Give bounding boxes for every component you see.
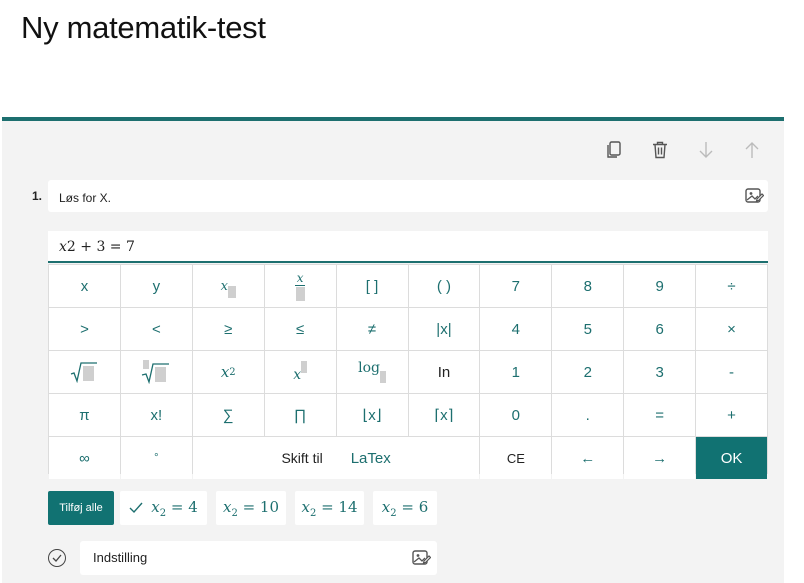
key-factorial[interactable]: x! bbox=[120, 394, 192, 436]
key-brackets[interactable]: [ ] bbox=[336, 265, 408, 307]
key-sqrt[interactable] bbox=[49, 351, 120, 393]
delete-button[interactable] bbox=[649, 139, 671, 161]
key-not-equal[interactable]: ≠ bbox=[336, 308, 408, 350]
fraction-symbol: x bbox=[295, 272, 306, 301]
key-4[interactable]: 4 bbox=[480, 308, 552, 350]
subscript-base: x bbox=[220, 278, 228, 294]
key-parentheses[interactable]: ( ) bbox=[408, 265, 480, 307]
key-power[interactable]: x bbox=[264, 351, 336, 393]
key-floor[interactable]: ⌊x⌋ bbox=[336, 394, 408, 436]
option-input[interactable]: Indstilling bbox=[80, 541, 437, 575]
placeholder-box bbox=[301, 361, 308, 373]
key-multiply[interactable]: × bbox=[696, 308, 767, 350]
key-cursor-left[interactable]: ← bbox=[552, 437, 624, 479]
add-all-button[interactable]: Tilføj alle bbox=[48, 491, 114, 525]
math-expression: x2 + 3 = 7 bbox=[59, 239, 135, 255]
move-up-button[interactable] bbox=[741, 139, 763, 161]
suggestion-chip[interactable]: x2 = 4 bbox=[120, 491, 207, 525]
question-card: 1. Løs for X. x2 + 3 = 7 x y x x [] ()… bbox=[2, 117, 784, 583]
key-degree[interactable]: ° bbox=[120, 437, 192, 479]
mark-correct-button[interactable] bbox=[48, 549, 66, 567]
key-7[interactable]: 7 bbox=[480, 265, 552, 307]
key-x[interactable]: x bbox=[49, 265, 120, 307]
arrow-up-icon bbox=[745, 142, 759, 158]
key-greater-equal[interactable]: ≥ bbox=[192, 308, 264, 350]
question-toolbar bbox=[2, 121, 784, 161]
key-ceiling[interactable]: ⌈x⌉ bbox=[408, 394, 480, 436]
key-0[interactable]: 0 bbox=[480, 394, 552, 436]
image-icon bbox=[745, 188, 765, 203]
key-8[interactable]: 8 bbox=[552, 265, 624, 307]
key-log[interactable]: log bbox=[336, 351, 408, 393]
suggestion-chip[interactable]: x2 = 10 bbox=[216, 491, 286, 525]
key-infinity[interactable]: ∞ bbox=[49, 437, 120, 479]
latex-label: LaTex bbox=[350, 449, 391, 467]
key-2[interactable]: 2 bbox=[552, 351, 624, 393]
math-keypad: x y x x [ ] ( ) 7 8 9 ÷ > < ≥ ≤ ≠ |x| 4 … bbox=[48, 264, 768, 479]
switch-to-latex-button[interactable]: Skift til LaTex bbox=[192, 437, 480, 479]
switch-label: Skift til bbox=[281, 450, 323, 466]
key-1[interactable]: 1 bbox=[480, 351, 552, 393]
key-subscript[interactable]: x bbox=[192, 265, 264, 307]
nth-root-icon bbox=[142, 360, 170, 384]
key-equals[interactable]: = bbox=[624, 394, 696, 436]
option-text: Indstilling bbox=[93, 550, 148, 565]
key-product[interactable]: ∏ bbox=[264, 394, 336, 436]
key-less-equal[interactable]: ≤ bbox=[264, 308, 336, 350]
suggestion-chip[interactable]: x2 = 6 bbox=[373, 491, 437, 525]
key-minus[interactable]: - bbox=[696, 351, 767, 393]
key-decimal[interactable]: . bbox=[552, 394, 624, 436]
key-square[interactable]: x2 bbox=[192, 351, 264, 393]
checkmark-icon bbox=[129, 502, 143, 514]
key-ln[interactable]: In bbox=[408, 351, 480, 393]
key-fraction[interactable]: x bbox=[264, 265, 336, 307]
question-input[interactable]: Løs for X. bbox=[48, 180, 768, 212]
key-sum[interactable]: ∑ bbox=[192, 394, 264, 436]
key-6[interactable]: 6 bbox=[624, 308, 696, 350]
key-clear-entry[interactable]: CE bbox=[480, 437, 552, 479]
key-5[interactable]: 5 bbox=[552, 308, 624, 350]
key-less[interactable]: < bbox=[120, 308, 192, 350]
key-absolute[interactable]: |x| bbox=[408, 308, 480, 350]
page-title: Ny matematik-test bbox=[21, 10, 266, 45]
power-base: x bbox=[293, 367, 302, 383]
copy-icon bbox=[607, 141, 621, 158]
math-expression-input[interactable]: x2 + 3 = 7 bbox=[48, 231, 768, 263]
option-insert-image-button[interactable] bbox=[411, 548, 432, 568]
ok-button[interactable]: OK bbox=[696, 437, 767, 479]
placeholder-box bbox=[227, 286, 236, 298]
key-pi[interactable]: π bbox=[49, 394, 120, 436]
key-divide[interactable]: ÷ bbox=[696, 265, 767, 307]
key-9[interactable]: 9 bbox=[624, 265, 696, 307]
key-3[interactable]: 3 bbox=[624, 351, 696, 393]
key-y[interactable]: y bbox=[120, 265, 192, 307]
trash-icon bbox=[653, 141, 667, 159]
key-plus[interactable]: + bbox=[696, 394, 767, 436]
sqrt-icon bbox=[71, 362, 98, 383]
key-cursor-right[interactable]: → bbox=[624, 437, 696, 479]
check-icon bbox=[52, 554, 62, 562]
copy-button[interactable] bbox=[603, 139, 625, 161]
arrow-down-icon bbox=[699, 142, 713, 158]
placeholder-box bbox=[379, 371, 386, 383]
question-number: 1. bbox=[32, 189, 43, 203]
question-text: Løs for X. bbox=[59, 191, 112, 205]
key-greater[interactable]: > bbox=[49, 308, 120, 350]
suggestion-chip[interactable]: x2 = 14 bbox=[295, 491, 364, 525]
image-icon bbox=[412, 550, 432, 565]
move-down-button[interactable] bbox=[695, 139, 717, 161]
key-nth-root[interactable] bbox=[120, 351, 192, 393]
insert-image-button[interactable] bbox=[744, 186, 765, 206]
